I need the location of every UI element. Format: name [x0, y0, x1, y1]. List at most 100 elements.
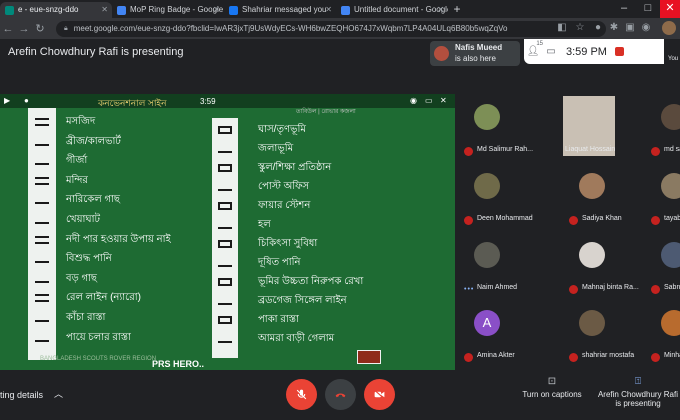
legend-item-right: আমরা বাড়ী গেলাম	[258, 333, 335, 344]
profile-avatar[interactable]	[662, 21, 676, 35]
participant-name: Mahnaj binta Ra...	[582, 284, 639, 291]
tab-close-icon[interactable]: ✕	[101, 2, 108, 18]
url-text: meet.google.com/eue-snzg-ddo?fbclid=IwAR…	[73, 24, 508, 33]
participant-tile[interactable]: md saiful	[645, 96, 680, 160]
chevron-up-icon[interactable]: ︿	[54, 387, 63, 400]
muted-mic-icon	[464, 147, 473, 156]
participant-tile[interactable]: A Amina Akter	[458, 302, 520, 366]
participant-name: Minha M	[664, 352, 680, 359]
legend-item-right: ভূমির উচ্চতা নিরুপক রেখা	[258, 276, 364, 287]
legend-item-right: স্কুল/শিক্ষা প্রতিষ্ঠান	[258, 162, 332, 173]
presenting-button[interactable]: ⍐ Arefin Chowdhury Rafi is presenting	[596, 376, 680, 408]
forward-icon[interactable]: →	[16, 23, 32, 35]
tab-label: Shahriar messaged you	[242, 5, 327, 14]
participant-tile[interactable]: Mahnaj binta Ra...	[563, 234, 639, 298]
map-symbol-icon	[218, 126, 232, 134]
reload-icon[interactable]: ↻	[32, 22, 48, 35]
map-symbol-icon	[218, 259, 232, 267]
avatar	[661, 173, 680, 199]
participant-name: Amina Akter	[477, 352, 515, 359]
meeting-info-bar: 👤︎ 15 ▭ 3:59 PM	[524, 39, 664, 64]
presenting-title: Arefin Chowdhury Rafi is presenting	[8, 46, 184, 58]
map-symbol-icon	[35, 118, 49, 126]
meet-favicon-icon	[5, 6, 14, 15]
participant-tile[interactable]: Deen Mohammad	[458, 165, 533, 229]
bookmark-star-icon[interactable]: ☆	[573, 21, 587, 35]
map-symbol-icon	[35, 334, 49, 342]
slide-subheading: তাবিউল | রোভার কজলা	[296, 109, 356, 115]
participant-tile[interactable]: Sabnaz A	[645, 234, 680, 298]
map-symbol-icon	[218, 278, 232, 286]
tab-docs-mop[interactable]: MoP Ring Badge - Google Docs ✕	[112, 2, 224, 18]
meeting-details-button[interactable]: ting details	[0, 390, 43, 400]
muted-mic-icon	[651, 147, 660, 156]
map-symbol-icon	[35, 314, 49, 322]
legend-item-right: ফায়ার স্টেশন	[258, 200, 311, 211]
extension-icon[interactable]: ▣	[623, 21, 637, 35]
extension-puzzle-icon[interactable]: ✱	[607, 21, 621, 35]
participant-tile[interactable]: ••• Naim Ahmed	[458, 234, 520, 298]
participant-tile[interactable]: shahriar mostafa	[563, 302, 634, 366]
new-tab-button[interactable]: +	[448, 2, 466, 18]
map-symbol-icon	[218, 164, 232, 172]
map-symbol-icon	[218, 316, 232, 324]
participant-name: Md Salimur Rah...	[477, 146, 534, 153]
scout-logo-icon	[357, 350, 381, 364]
url-input[interactable]: 🔒︎ meet.google.com/eue-snzg-ddo?fbclid=I…	[56, 20, 606, 37]
legend-item-left: নারিকেল গাছ	[66, 194, 120, 206]
participant-tile[interactable]: Minha M	[645, 302, 680, 366]
legend-item-right: হল	[258, 219, 271, 230]
people-icon[interactable]: 👤︎ 15	[524, 41, 543, 57]
chat-icon[interactable]: ▭	[542, 46, 560, 57]
participant-name: Deen Mohammad	[477, 215, 533, 222]
legend-icons-left	[28, 108, 56, 360]
participant-name: md saiful	[664, 146, 680, 153]
tab-messenger[interactable]: Shahriar messaged you ✕	[224, 2, 336, 18]
slide-heading: কনভেনশনাল সাইন	[98, 98, 167, 108]
muted-mic-icon	[569, 216, 578, 225]
tab-label: MoP Ring Badge - Google Docs	[130, 5, 224, 14]
extension-icon[interactable]: ◉	[639, 21, 653, 35]
mic-toggle-button[interactable]	[286, 379, 317, 410]
map-symbol-icon	[218, 297, 232, 305]
map-symbol-icon	[218, 202, 232, 210]
tab-meet[interactable]: e - eue-snzg-ddo ✕	[0, 2, 112, 18]
legend-item-left: মসজিদ	[66, 116, 96, 127]
legend-item-right: জলাভূমি	[258, 143, 294, 154]
minimize-icon[interactable]: –	[614, 0, 634, 18]
participant-tile[interactable]: tayab sa	[645, 165, 680, 229]
leave-call-button[interactable]	[325, 379, 356, 410]
back-icon[interactable]: ←	[0, 23, 16, 35]
activity-icon[interactable]	[614, 47, 624, 56]
map-symbol-icon	[35, 157, 49, 166]
tab-close-icon[interactable]: ✕	[325, 2, 332, 18]
camera-off-icon	[374, 389, 385, 400]
close-window-icon[interactable]: ✕	[660, 0, 680, 18]
muted-mic-icon	[651, 216, 660, 225]
tab-close-icon[interactable]: ✕	[437, 2, 444, 18]
maximize-icon[interactable]: □	[638, 0, 658, 18]
mic-off-icon	[296, 389, 307, 400]
tab-label: e - eue-snzg-ddo	[18, 5, 79, 14]
muted-mic-icon	[464, 353, 473, 362]
participant-name: tayab sa	[664, 215, 680, 222]
tab-docs-untitled[interactable]: Untitled document - Google Docs ✕	[336, 2, 448, 18]
captions-button[interactable]: ⊡ Turn on captions	[520, 376, 584, 399]
tab-close-icon[interactable]: ✕	[213, 2, 220, 18]
participant-name: shahriar mostafa	[582, 352, 635, 359]
participant-tile[interactable]: Md Salimur Rah...	[458, 96, 533, 160]
captions-icon: ⊡	[547, 376, 557, 387]
legend-item-right: ঘাস/তৃণভূমি	[258, 124, 306, 135]
avatar	[579, 242, 605, 268]
participant-tile[interactable]: Sadiya Khan	[563, 165, 625, 229]
map-symbol-icon	[35, 275, 49, 283]
legend-item-right: চিকিৎসা সুবিধা	[258, 238, 318, 249]
extension-red-icon[interactable]: ●	[591, 21, 605, 35]
legend-item-left: মন্দির	[66, 174, 88, 186]
map-symbol-icon	[35, 255, 49, 264]
map-symbol-icon	[218, 335, 232, 343]
participant-name: Liaquat Hossain	[565, 146, 616, 153]
participant-tile[interactable]: Liaquat Hossain	[563, 96, 625, 160]
extension-icon[interactable]: ◧	[555, 21, 569, 35]
camera-toggle-button[interactable]	[364, 379, 395, 410]
